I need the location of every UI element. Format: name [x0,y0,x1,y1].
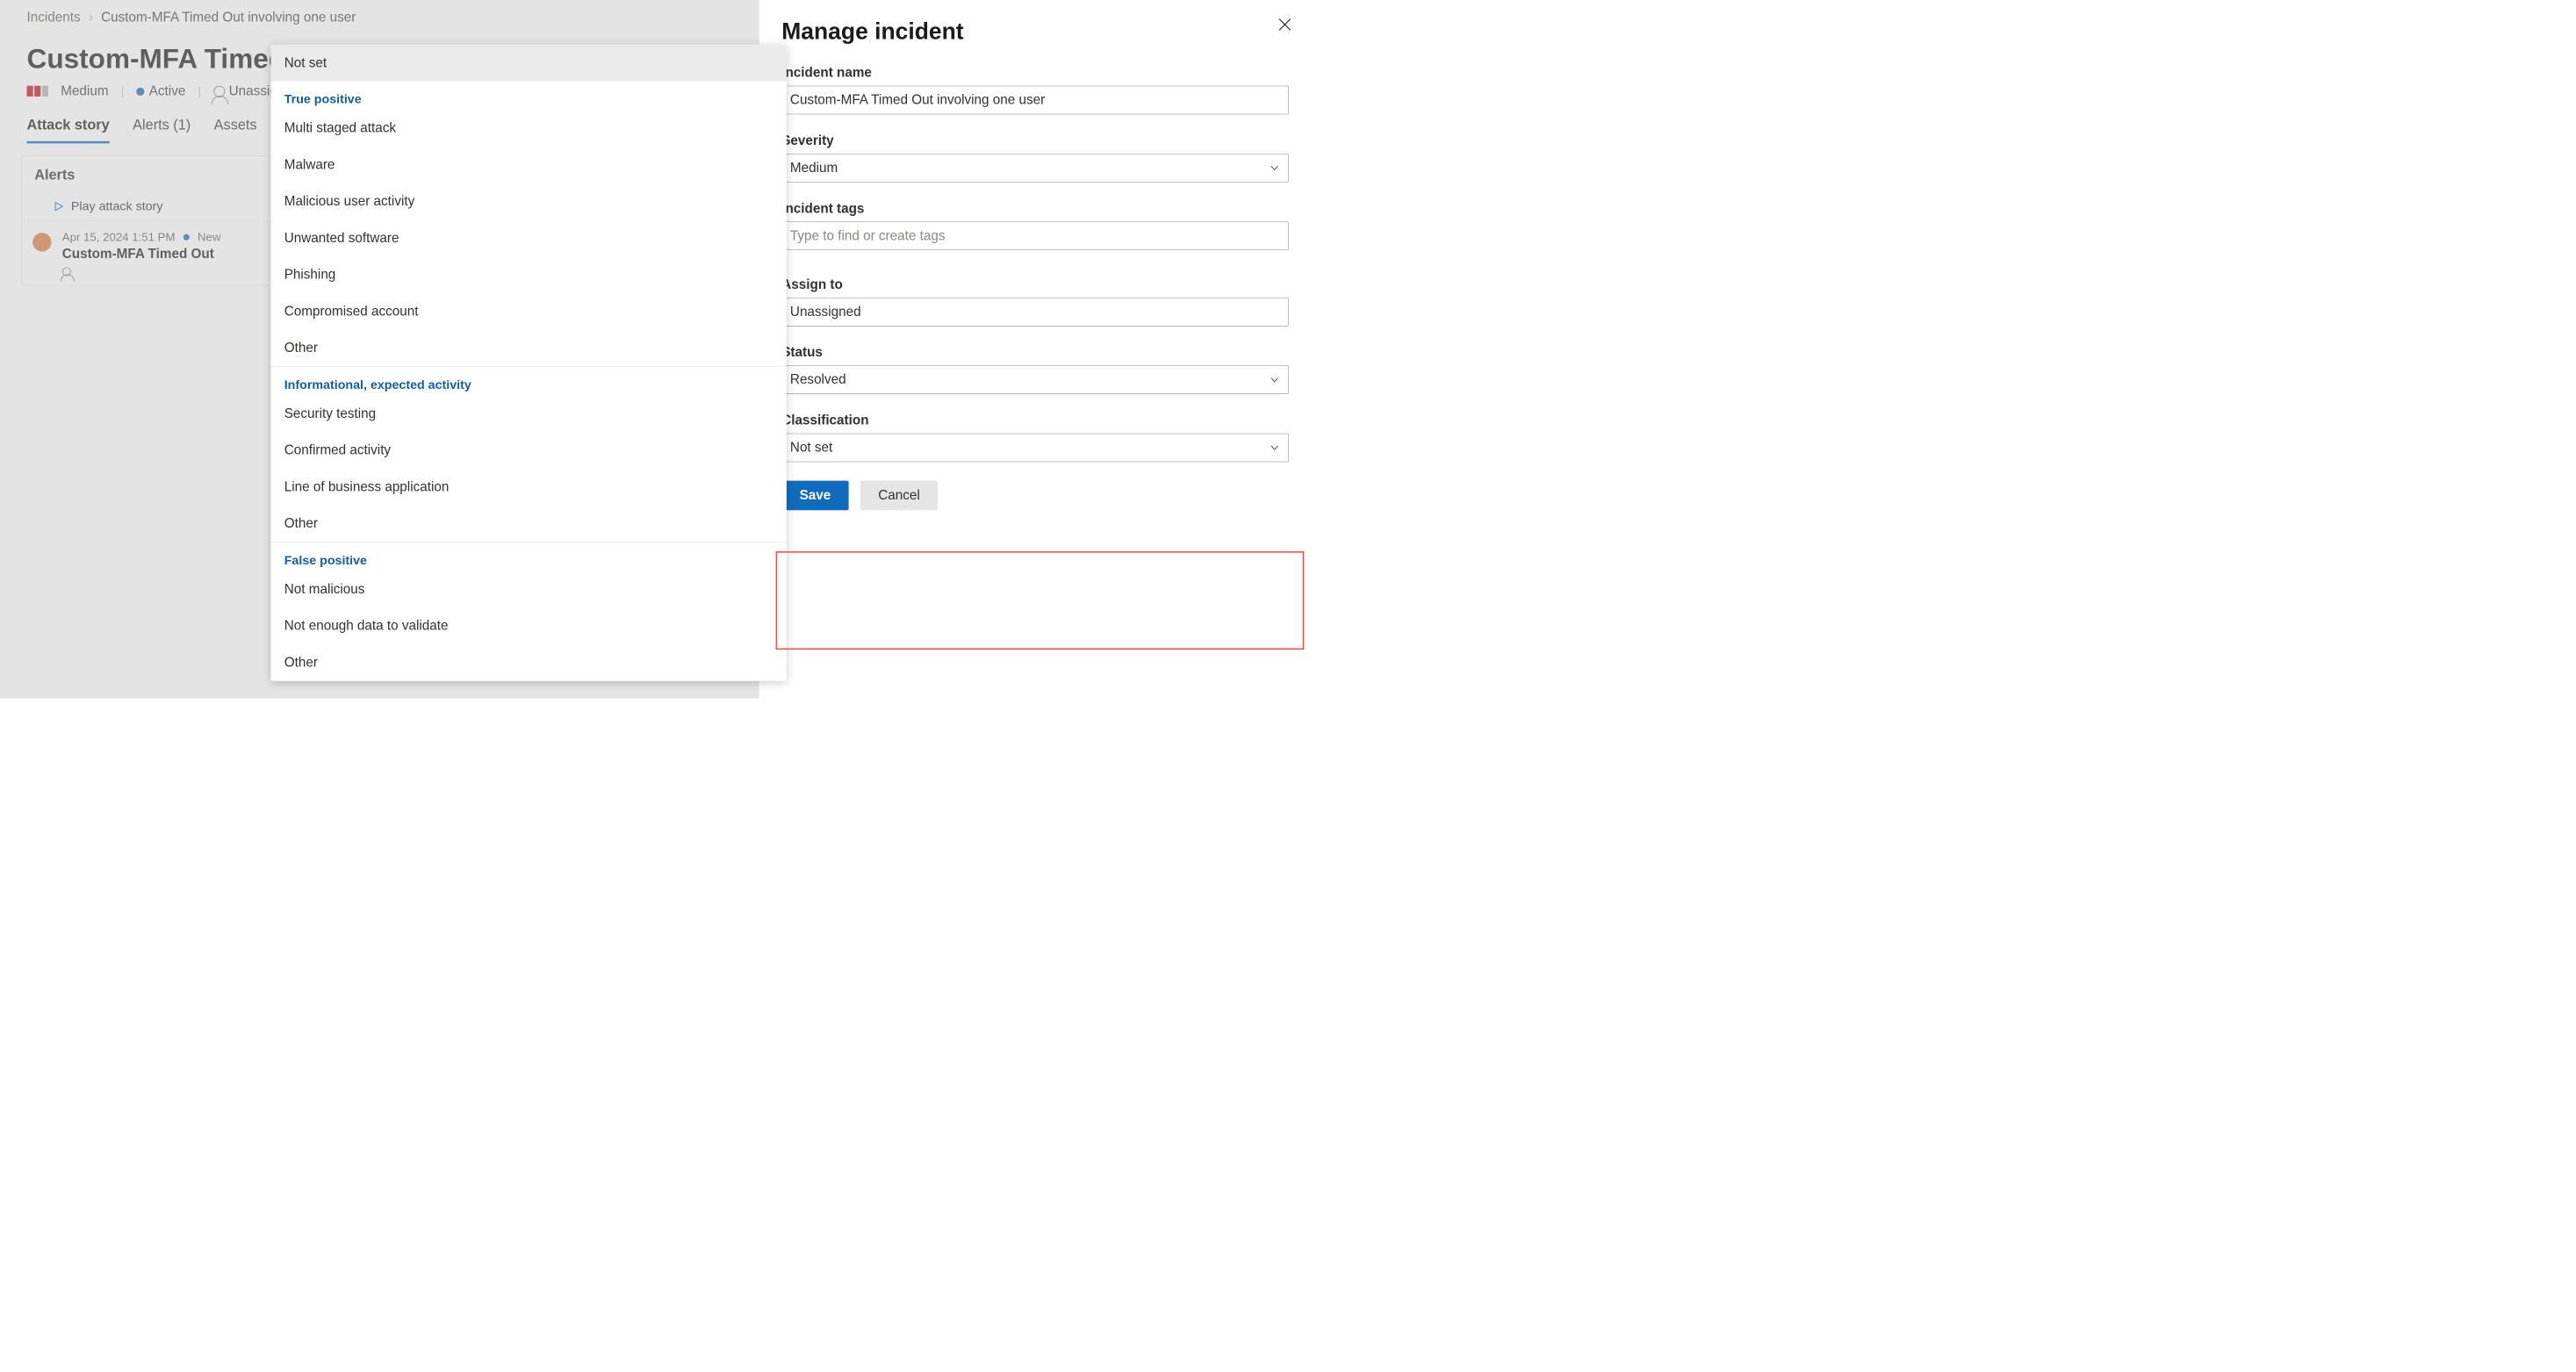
chevron-down-icon [1269,162,1280,174]
tab-alerts[interactable]: Alerts (1) [133,117,191,144]
close-button[interactable] [1277,16,1293,32]
play-attack-story-button[interactable]: Play attack story [71,199,163,213]
save-button[interactable]: Save [781,481,848,511]
close-icon [1277,16,1293,32]
dropdown-group-true-positive: True positive [270,82,786,111]
breadcrumb-root[interactable]: Incidents [27,10,81,25]
dropdown-option[interactable]: Other [270,644,786,681]
dropdown-option[interactable]: Not malicious [270,571,786,608]
classification-value: Not set [790,440,832,455]
status-label: Status [781,345,1289,360]
alert-timestamp: Apr 15, 2024 1:51 PM [62,230,176,244]
assign-to-label: Assign to [781,277,1289,292]
severity-value: Medium [61,83,108,98]
divider: | [198,84,201,98]
dropdown-group-informational: Informational, expected activity [270,367,786,396]
panel-title: Manage incident [781,18,1289,45]
dropdown-option[interactable]: Not enough data to validate [270,607,786,644]
dropdown-option[interactable]: Multi staged attack [270,110,786,147]
dropdown-option[interactable]: Other [270,506,786,542]
divider: | [121,84,124,98]
chevron-down-icon [1269,374,1280,385]
dropdown-option[interactable]: Confirmed activity [270,432,786,469]
severity-bars-icon [27,86,48,97]
chevron-down-icon [1269,442,1280,453]
dropdown-group-false-positive: False positive [270,542,786,571]
tags-input[interactable] [781,221,1289,250]
breadcrumb-current: Custom-MFA Timed Out involving one user [101,10,356,25]
dropdown-option[interactable]: Malware [270,147,786,183]
status-dot-icon [136,88,144,96]
dropdown-option-not-set[interactable]: Not set [270,45,786,82]
classification-label: Classification [781,413,1289,427]
incident-name-label: Incident name [781,65,1289,80]
status-new-dot-icon [183,233,190,240]
status-select[interactable]: Resolved [781,365,1289,394]
dropdown-option[interactable]: Unwanted software [270,219,786,256]
manage-incident-panel: Manage incident Incident name Severity M… [759,0,1312,699]
status-value: Resolved [790,372,846,387]
tab-attack-story[interactable]: Attack story [27,117,110,144]
incident-name-input[interactable] [781,86,1289,115]
dropdown-option[interactable]: Compromised account [270,293,786,330]
alert-severity-dot-icon [32,233,51,251]
assign-to-input[interactable] [781,298,1289,327]
dropdown-option[interactable]: Phishing [270,256,786,293]
dropdown-option[interactable]: Malicious user activity [270,183,786,220]
tags-label: Incident tags [781,201,1289,216]
play-icon [54,201,64,212]
dropdown-option[interactable]: Other [270,330,786,367]
dropdown-option[interactable]: Line of business application [270,469,786,506]
severity-value: Medium [790,161,838,176]
person-icon [62,267,71,276]
classification-dropdown: Not set True positive Multi staged attac… [270,45,786,681]
classification-select[interactable]: Not set [781,434,1289,463]
chevron-right-icon: › [89,10,93,25]
dropdown-option[interactable]: Security testing [270,395,786,432]
severity-select[interactable]: Medium [781,154,1289,183]
tab-assets[interactable]: Assets [214,117,257,144]
status-value: Active [149,83,186,98]
person-icon [213,86,225,97]
alert-status: New [198,230,220,244]
alert-title: Custom-MFA Timed Out [62,247,221,262]
severity-label: Severity [781,133,1289,148]
cancel-button[interactable]: Cancel [860,481,938,511]
